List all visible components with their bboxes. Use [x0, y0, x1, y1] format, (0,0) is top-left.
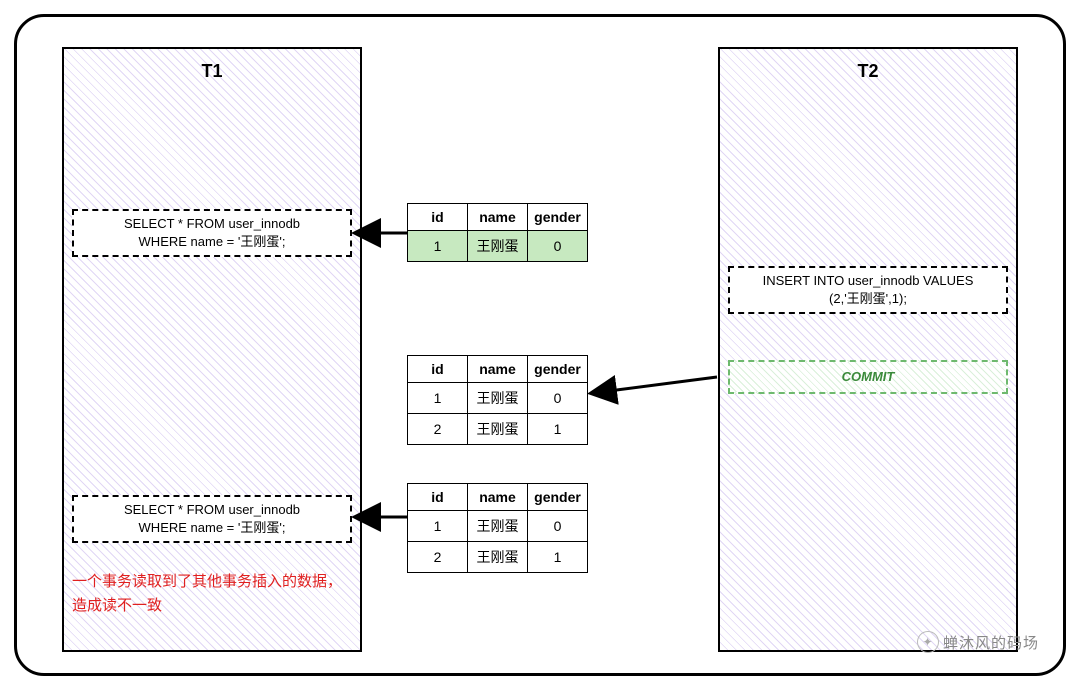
stmt2-line1: INSERT INTO user_innodb VALUES — [736, 272, 1000, 290]
cell-name: 王刚蛋 — [468, 511, 528, 542]
cell-id: 2 — [408, 542, 468, 573]
commit-statement: COMMIT — [728, 360, 1008, 394]
table-row: 2 王刚蛋 1 — [408, 414, 588, 445]
cell-name: 王刚蛋 — [468, 414, 528, 445]
table-row: 1 王刚蛋 0 — [408, 231, 588, 262]
cell-gender: 0 — [528, 231, 588, 262]
t2-title: T2 — [720, 61, 1016, 82]
commit-label: COMMIT — [842, 368, 895, 386]
cell-id: 1 — [408, 231, 468, 262]
col-name: name — [468, 204, 528, 231]
col-name: name — [468, 484, 528, 511]
col-gender: gender — [528, 484, 588, 511]
stmt2-line2: (2,'王刚蛋',1); — [736, 290, 1000, 308]
transaction-t2-column: T2 — [718, 47, 1018, 652]
col-gender: gender — [528, 204, 588, 231]
cell-gender: 1 — [528, 542, 588, 573]
cell-name: 王刚蛋 — [468, 383, 528, 414]
select-statement-1: SELECT * FROM user_innodb WHERE name = '… — [72, 209, 352, 257]
insert-statement: INSERT INTO user_innodb VALUES (2,'王刚蛋',… — [728, 266, 1008, 314]
table-row: 1 王刚蛋 0 — [408, 383, 588, 414]
table-header-row: id name gender — [408, 204, 588, 231]
select-statement-2: SELECT * FROM user_innodb WHERE name = '… — [72, 495, 352, 543]
watermark: ✦ 蝉沐风的码场 — [917, 631, 1039, 653]
table-header-row: id name gender — [408, 484, 588, 511]
col-gender: gender — [528, 356, 588, 383]
cell-id: 1 — [408, 511, 468, 542]
stmt3-line1: SELECT * FROM user_innodb — [80, 501, 344, 519]
table-row: 2 王刚蛋 1 — [408, 542, 588, 573]
arrow-commit-to-table2 — [593, 377, 717, 393]
phantom-read-note: 一个事务读取到了其他事务插入的数据，造成读不一致 — [72, 570, 352, 618]
stmt1-line2: WHERE name = '王刚蛋'; — [80, 233, 344, 251]
table-row: 1 王刚蛋 0 — [408, 511, 588, 542]
result-table-1: id name gender 1 王刚蛋 0 — [407, 203, 588, 262]
col-id: id — [408, 484, 468, 511]
col-name: name — [468, 356, 528, 383]
col-id: id — [408, 356, 468, 383]
wechat-icon: ✦ — [917, 631, 939, 653]
transaction-t1-column: T1 — [62, 47, 362, 652]
watermark-text: 蝉沐风的码场 — [943, 632, 1039, 653]
diagram-frame: T1 T2 SELECT * FROM user_innodb WHERE na… — [14, 14, 1066, 676]
stmt1-line1: SELECT * FROM user_innodb — [80, 215, 344, 233]
cell-name: 王刚蛋 — [468, 231, 528, 262]
table-header-row: id name gender — [408, 356, 588, 383]
cell-id: 1 — [408, 383, 468, 414]
col-id: id — [408, 204, 468, 231]
cell-gender: 1 — [528, 414, 588, 445]
cell-gender: 0 — [528, 511, 588, 542]
cell-gender: 0 — [528, 383, 588, 414]
result-table-2: id name gender 1 王刚蛋 0 2 王刚蛋 1 — [407, 355, 588, 445]
result-table-3: id name gender 1 王刚蛋 0 2 王刚蛋 1 — [407, 483, 588, 573]
stmt3-line2: WHERE name = '王刚蛋'; — [80, 519, 344, 537]
cell-id: 2 — [408, 414, 468, 445]
t1-title: T1 — [64, 61, 360, 82]
cell-name: 王刚蛋 — [468, 542, 528, 573]
